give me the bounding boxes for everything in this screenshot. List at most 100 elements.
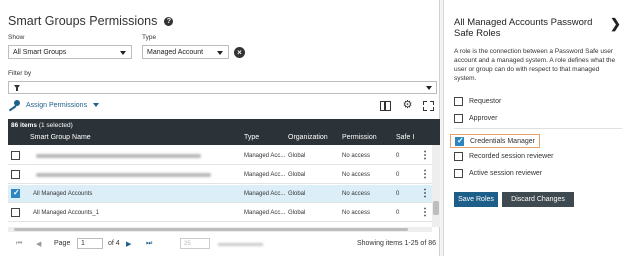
role-recorded-session-reviewer[interactable]: Recorded session reviewer xyxy=(454,150,553,162)
columns-icon[interactable] xyxy=(380,101,391,111)
page-title: Smart Groups Permissions ? xyxy=(8,14,174,28)
redacted-name xyxy=(36,154,201,158)
role-requestor[interactable]: Requestor xyxy=(454,95,501,107)
items-count-value: 86 items xyxy=(11,122,38,129)
filter-icon-stem xyxy=(16,88,18,91)
role-label: Approver xyxy=(469,114,498,122)
row-type: Managed Acc... xyxy=(244,153,286,159)
chevron-down-icon xyxy=(217,51,223,55)
chevron-down-icon xyxy=(426,86,432,90)
role-approver[interactable]: Approver xyxy=(454,112,497,124)
role-checkbox[interactable] xyxy=(454,151,463,161)
role-checkbox[interactable] xyxy=(455,136,464,146)
assign-permissions-label: Assign Permissions xyxy=(26,101,88,109)
page-title-text: Smart Groups Permissions xyxy=(8,14,158,28)
horizontal-scrollbar[interactable] xyxy=(8,227,432,232)
expand-icon[interactable] xyxy=(423,101,434,111)
role-checkbox[interactable] xyxy=(454,96,463,106)
kebab-menu-icon[interactable]: ⋮ xyxy=(420,208,430,218)
first-page-icon[interactable]: ⏮ xyxy=(16,240,22,248)
row-permission: No access xyxy=(342,172,371,178)
per-page-select[interactable]: 25 xyxy=(180,238,210,249)
kebab-menu-icon[interactable]: ⋮ xyxy=(420,189,430,199)
roles-description: A role is the connection between a Passw… xyxy=(454,48,616,82)
row-checkbox[interactable] xyxy=(11,170,20,179)
show-select[interactable]: All Smart Groups xyxy=(8,45,132,59)
show-label: Show xyxy=(8,34,25,41)
chevron-down-icon xyxy=(120,51,126,55)
column-header-safe[interactable]: Safe I xyxy=(396,134,414,141)
column-header-organization[interactable]: Organization xyxy=(288,134,328,141)
filter-select[interactable] xyxy=(8,81,437,94)
page-label: Page xyxy=(54,240,71,247)
row-permission: No access xyxy=(342,153,371,159)
chevron-down-icon xyxy=(93,103,100,107)
row-type: Managed Acc... xyxy=(244,191,286,197)
show-select-value: All Smart Groups xyxy=(13,48,67,56)
assign-permissions-button[interactable]: Assign Permissions xyxy=(8,98,100,112)
table-row[interactable]: All Managed Accounts_1 Managed Acc... Gl… xyxy=(8,204,432,222)
role-label: Requestor xyxy=(469,97,502,105)
next-page-icon[interactable]: ▶ xyxy=(126,240,131,248)
role-active-session-reviewer[interactable]: Active session reviewer xyxy=(454,167,542,179)
prev-page-icon[interactable]: ◀ xyxy=(36,240,41,248)
row-safe: 0 xyxy=(396,210,400,216)
type-select-value: Managed Account xyxy=(147,48,204,56)
role-checkbox[interactable] xyxy=(454,168,463,178)
kebab-menu-icon[interactable]: ⋮ xyxy=(420,151,430,161)
grid-header: 86 items (1 selected) Smart Group Name T… xyxy=(8,119,440,145)
filter-label: Filter by xyxy=(8,70,32,77)
row-organization: Global xyxy=(288,210,306,216)
role-checkbox[interactable] xyxy=(454,113,463,123)
discard-changes-button[interactable]: Discard Changes xyxy=(502,192,574,207)
role-label: Active session reviewer xyxy=(469,169,543,177)
help-icon[interactable]: ? xyxy=(164,16,174,26)
roles-panel-title: All Managed Accounts Password Safe Roles xyxy=(454,17,593,39)
last-page-icon[interactable]: ⏭ xyxy=(146,240,152,248)
chevron-right-icon[interactable]: ❯ xyxy=(610,16,621,32)
pager-summary: Showing items 1-25 of 86 xyxy=(357,240,436,247)
table-row[interactable]: Managed Acc... Global No access 0 ⋮ xyxy=(8,147,432,165)
row-checkbox[interactable] xyxy=(11,151,20,160)
vertical-scrollbar[interactable] xyxy=(432,145,440,227)
row-type: Managed Acc... xyxy=(244,210,286,216)
row-checkbox[interactable] xyxy=(11,208,20,217)
table-row[interactable]: All Managed Accounts Managed Acc... Glob… xyxy=(8,185,432,203)
per-page-label xyxy=(218,243,263,246)
column-header-permission[interactable]: Permission xyxy=(342,134,377,141)
type-select[interactable]: Managed Account xyxy=(142,45,229,59)
row-name: All Managed Accounts_1 xyxy=(33,210,100,216)
row-safe: 0 xyxy=(396,153,400,159)
row-organization: Global xyxy=(288,172,306,178)
roles-panel: All Managed Accounts Password Safe Roles… xyxy=(443,0,626,256)
row-safe: 0 xyxy=(396,191,400,197)
row-permission: No access xyxy=(342,191,371,197)
role-label: Credentials Manager xyxy=(470,137,535,145)
smart-groups-panel: Smart Groups Permissions ? Show All Smar… xyxy=(0,0,440,256)
pager: ⏮ ◀ Page 1 of 4 ▶ ⏭ 25 Showing items 1-2… xyxy=(8,236,436,252)
page-input[interactable]: 1 xyxy=(77,238,103,249)
role-label: Recorded session reviewer xyxy=(469,152,554,160)
role-credentials-manager[interactable]: Credentials Manager xyxy=(450,134,540,148)
row-permission: No access xyxy=(342,210,371,216)
divider xyxy=(454,128,622,129)
gear-icon[interactable]: ⚙ xyxy=(402,100,413,111)
key-icon xyxy=(8,100,20,112)
save-roles-button[interactable]: Save Roles xyxy=(454,192,498,207)
smart-groups-grid: 86 items (1 selected) Smart Group Name T… xyxy=(8,119,440,227)
column-header-type[interactable]: Type xyxy=(244,134,259,141)
row-checkbox[interactable] xyxy=(11,188,20,198)
row-organization: Global xyxy=(288,191,306,197)
items-count: 86 items (1 selected) xyxy=(11,122,73,129)
column-header-name[interactable]: Smart Group Name xyxy=(30,134,91,141)
page-count: of 4 xyxy=(108,240,120,247)
row-type: Managed Acc... xyxy=(244,172,286,178)
kebab-menu-icon[interactable]: ⋮ xyxy=(420,170,430,180)
table-row[interactable]: Managed Acc... Global No access 0 ⋮ xyxy=(8,166,432,184)
row-name: All Managed Accounts xyxy=(33,191,93,197)
selected-count: (1 selected) xyxy=(38,122,73,129)
clear-filter-icon[interactable]: × xyxy=(234,47,245,58)
row-safe: 0 xyxy=(396,172,400,178)
row-organization: Global xyxy=(288,153,306,159)
type-label: Type xyxy=(142,34,157,41)
